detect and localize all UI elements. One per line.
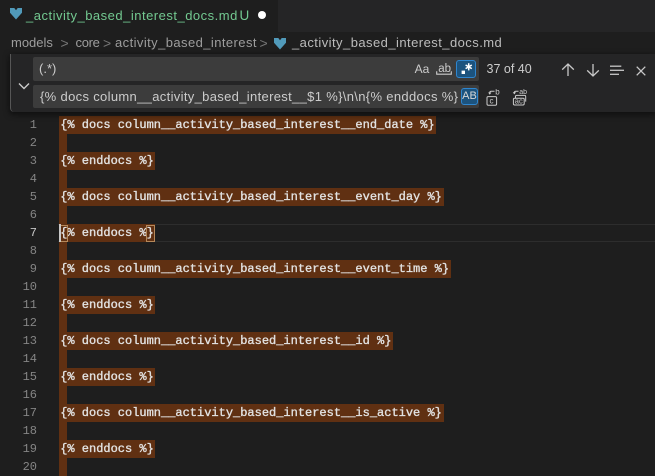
svg-text:c: c: [490, 97, 494, 106]
svg-text:b: b: [495, 89, 500, 97]
svg-text:ab: ab: [438, 63, 451, 75]
svg-text:ab: ab: [519, 89, 527, 96]
svg-text:ac: ac: [515, 97, 523, 106]
